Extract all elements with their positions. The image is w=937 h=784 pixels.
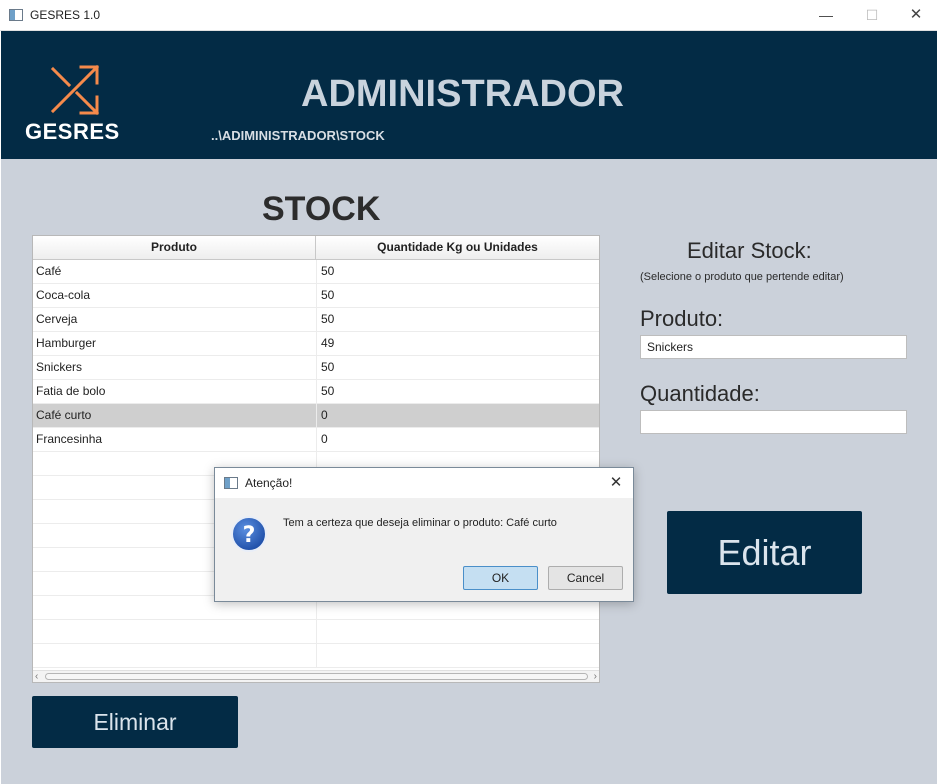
minimize-button[interactable]: — <box>803 0 849 30</box>
dialog-body: ? Tem a certeza que deseja eliminar o pr… <box>215 498 633 601</box>
cell-produto: Café curto <box>33 404 317 427</box>
cell-quantidade: 50 <box>321 360 335 374</box>
cell-produto: Francesinha <box>33 428 317 451</box>
dialog-app-icon <box>224 477 238 489</box>
app-icon <box>9 9 23 21</box>
cell-produto: Café <box>33 260 317 283</box>
produto-field[interactable]: Snickers <box>640 335 907 359</box>
cell-produto <box>33 620 317 643</box>
cell-produto: Fatia de bolo <box>33 380 317 403</box>
quantidade-label: Quantidade: <box>640 381 760 406</box>
table-row[interactable]: Hamburger 49 <box>33 332 599 356</box>
arrows-logo-icon <box>50 64 100 116</box>
table-row[interactable]: Snickers 50 <box>33 356 599 380</box>
stock-table[interactable]: Produto Quantidade Kg ou Unidades Café 50… <box>32 235 600 683</box>
editar-button[interactable]: Editar <box>667 511 862 594</box>
page-title: ADMINISTRADOR <box>301 73 624 115</box>
confirm-dialog: Atenção! ✕ ? Tem a certeza que deseja el… <box>214 467 634 602</box>
dialog-close-button[interactable]: ✕ <box>603 471 629 495</box>
cell-quantidade: 50 <box>321 288 335 302</box>
maximize-button[interactable]: ☐ <box>849 0 895 30</box>
table-row-empty[interactable] <box>33 644 599 668</box>
table-row[interactable]: Fatia de bolo 50 <box>33 380 599 404</box>
cell-quantidade <box>317 620 599 643</box>
cell-quantidade: 50 <box>321 264 335 278</box>
scroll-right-icon[interactable]: › <box>594 671 597 682</box>
cell-quantidade <box>317 644 599 667</box>
table-header: Produto Quantidade Kg ou Unidades <box>33 236 599 260</box>
cell-quantidade: 0 <box>321 408 328 422</box>
table-row[interactable]: Café curto 0 <box>33 404 599 428</box>
cell-quantidade: 49 <box>321 336 335 350</box>
logo-text: GESRES <box>25 119 120 144</box>
scrollbar-thumb[interactable] <box>45 673 588 680</box>
dialog-titlebar: Atenção! ✕ <box>215 468 633 498</box>
column-header-produto[interactable]: Produto <box>33 236 316 259</box>
svg-text:?: ? <box>243 523 256 548</box>
table-row[interactable]: Francesinha 0 <box>33 428 599 452</box>
table-row[interactable]: Cerveja 50 <box>33 308 599 332</box>
header-banner: GESRES ADMINISTRADOR ..\ADIMINISTRADOR\S… <box>1 31 937 159</box>
cell-produto: Hamburger <box>33 332 317 355</box>
dialog-message: Tem a certeza que deseja eliminar o prod… <box>283 517 557 529</box>
cell-produto: Snickers <box>33 356 317 379</box>
ok-button[interactable]: OK <box>463 566 538 590</box>
table-row[interactable]: Café 50 <box>33 260 599 284</box>
cell-produto <box>33 644 317 667</box>
breadcrumb: ..\ADIMINISTRADOR\STOCK <box>211 128 385 143</box>
dialog-title: Atenção! <box>245 476 293 490</box>
window-titlebar: GESRES 1.0 — ☐ ✕ <box>0 0 937 31</box>
question-icon: ? <box>231 516 267 552</box>
table-row-empty[interactable] <box>33 620 599 644</box>
produto-label: Produto: <box>640 306 724 331</box>
edit-stock-subtitle: (Selecione o produto que pertende editar… <box>640 271 844 283</box>
horizontal-scrollbar[interactable]: ‹ › <box>33 670 599 682</box>
table-row[interactable]: Coca-cola 50 <box>33 284 599 308</box>
cancel-button[interactable]: Cancel <box>548 566 623 590</box>
cell-quantidade: 0 <box>321 432 328 446</box>
edit-stock-title: Editar Stock: <box>687 238 812 263</box>
window-title: GESRES 1.0 <box>30 8 101 22</box>
scroll-left-icon[interactable]: ‹ <box>35 671 38 682</box>
cell-produto: Cerveja <box>33 308 317 331</box>
column-header-quantidade[interactable]: Quantidade Kg ou Unidades <box>316 236 599 259</box>
cell-produto: Coca-cola <box>33 284 317 307</box>
stock-title: STOCK <box>262 190 381 228</box>
table-body: Café 50 Coca-cola 50 Cerveja 50 Hamburger 49 Sni… <box>33 260 599 668</box>
cell-quantidade: 50 <box>321 312 335 326</box>
close-button[interactable]: ✕ <box>893 0 937 30</box>
quantidade-field[interactable] <box>640 410 907 434</box>
eliminar-button[interactable]: Eliminar <box>32 696 238 748</box>
cell-quantidade: 50 <box>321 384 335 398</box>
